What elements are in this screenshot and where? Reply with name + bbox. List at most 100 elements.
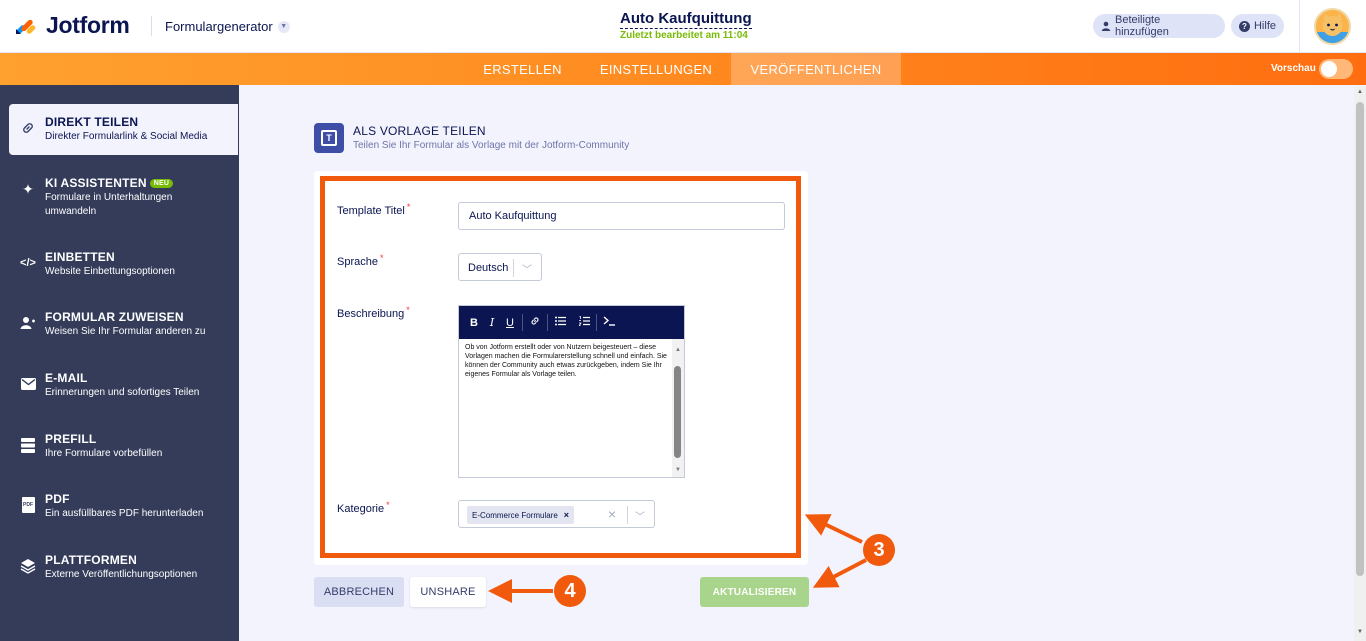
required-mark: * xyxy=(406,305,410,315)
help-icon: ? xyxy=(1239,20,1250,32)
help-label: Hilfe xyxy=(1253,20,1276,32)
tab-veroeffentlichen[interactable]: VERÖFFENTLICHEN xyxy=(731,53,901,85)
template-title-input[interactable]: Auto Kaufquittung xyxy=(458,202,785,230)
sidebar-item-title: KI ASSISTENTEN NEU xyxy=(45,176,174,190)
language-label: Sprache * xyxy=(337,253,384,268)
required-mark: * xyxy=(406,202,411,212)
chevron-down-icon[interactable]: ﹀ xyxy=(635,508,645,523)
sidebar-item-desc: Weisen Sie Ihr Formular anderen zu xyxy=(45,326,206,337)
header-divider xyxy=(151,16,152,36)
description-editor[interactable]: B I U Ob von Jotform erstellt oder von N… xyxy=(458,305,685,478)
sparkle-icon: ✦ xyxy=(22,180,34,197)
scroll-down-icon[interactable]: ▼ xyxy=(1357,629,1363,635)
code-icon: </> xyxy=(20,257,36,269)
chevron-down-icon: ﹀ xyxy=(522,265,532,276)
select-divider xyxy=(513,259,514,277)
template-title-label: Template Titel * xyxy=(337,202,411,217)
remove-chip-icon[interactable]: × xyxy=(564,510,569,520)
sidebar-item-title: PREFILL xyxy=(45,432,97,446)
sidebar-item-pdf[interactable]: PDF PDF Ein ausfüllbares PDF herunterlad… xyxy=(9,481,238,532)
required-mark: * xyxy=(379,253,384,263)
publish-sidebar: DIREKT TEILEN Direkter Formularlink & So… xyxy=(0,85,239,641)
section-title: ALS VORLAGE TEILEN xyxy=(353,124,486,138)
underline-button[interactable]: U xyxy=(501,317,519,329)
sidebar-item-plattformen[interactable]: PLATTFORMEN Externe Veröffentlichungsopt… xyxy=(9,542,238,593)
link-icon xyxy=(19,119,37,137)
arrow-3-to-update xyxy=(812,558,867,588)
assign-user-icon xyxy=(19,314,37,332)
sidebar-item-formular-zuweisen[interactable]: FORMULAR ZUWEISEN Weisen Sie Ihr Formula… xyxy=(9,299,238,350)
section-description: Teilen Sie Ihr Formular als Vorlage mit … xyxy=(353,140,630,151)
annotation-badge-3: 3 xyxy=(863,534,895,566)
envelope-icon xyxy=(19,375,37,393)
required-mark: * xyxy=(386,500,390,510)
description-label: Beschreibung * xyxy=(337,305,410,320)
sidebar-item-desc: Website Einbettungsoptionen xyxy=(45,266,175,277)
category-select[interactable]: E-Commerce Formulare × × ﹀ xyxy=(458,500,655,528)
jotform-logo[interactable]: Jotform xyxy=(14,12,130,39)
layers-icon xyxy=(19,557,37,575)
cat-avatar-icon xyxy=(1316,13,1349,43)
preview-label: Vorschau xyxy=(1271,63,1316,74)
annotation-badge-4: 4 xyxy=(554,575,586,607)
sidebar-item-title: DIREKT TEILEN xyxy=(45,115,139,129)
page-scrollbar-thumb[interactable] xyxy=(1356,102,1364,576)
tab-einstellungen[interactable]: EINSTELLUNGEN xyxy=(583,53,729,85)
jotform-logo-icon xyxy=(16,19,36,34)
sidebar-item-einbetten[interactable]: </> EINBETTEN Website Einbettungsoptione… xyxy=(9,239,238,290)
page-scrollbar[interactable]: ▲ ▼ xyxy=(1354,86,1366,641)
unshare-button[interactable]: UNSHARE xyxy=(410,577,486,607)
sidebar-item-title: E-MAIL xyxy=(45,371,88,385)
preview-toggle[interactable] xyxy=(1319,59,1353,79)
add-collaborators-button[interactable]: Beteiligte hinzufügen xyxy=(1093,14,1225,38)
cancel-button[interactable]: ABBRECHEN xyxy=(314,577,404,607)
arrow-3-to-form xyxy=(804,514,863,544)
user-icon xyxy=(1101,21,1111,31)
toolbar-divider xyxy=(547,314,548,331)
sidebar-item-email[interactable]: E-MAIL Erinnerungen und sofortiges Teile… xyxy=(9,360,238,411)
last-edited-status: Zuletzt bearbeitet am 11:04 xyxy=(620,30,748,41)
sidebar-item-desc: Externe Veröffentlichungsoptionen xyxy=(45,569,198,580)
description-text: Ob von Jotform erstellt oder von Nutzern… xyxy=(465,344,667,378)
sidebar-item-desc: Formulare in Unterhaltungen umwandeln xyxy=(45,192,173,217)
editor-toolbar: B I U xyxy=(459,306,684,339)
category-chip: E-Commerce Formulare × xyxy=(467,506,575,524)
category-label: Kategorie * xyxy=(337,500,390,515)
language-select[interactable]: Deutsch ﹀ xyxy=(458,253,542,281)
tab-erstellen[interactable]: ERSTELLEN xyxy=(466,53,579,85)
toolbar-divider xyxy=(596,314,597,331)
update-button[interactable]: AKTUALISIEREN xyxy=(700,577,809,607)
top-header: Jotform Formulargenerator ▼ Auto Kaufqui… xyxy=(0,0,1366,53)
toolbar-divider xyxy=(522,314,523,331)
clear-icon[interactable]: × xyxy=(608,506,616,522)
form-title[interactable]: Auto Kaufquittung xyxy=(620,10,752,29)
scroll-up-icon[interactable]: ▲ xyxy=(675,347,681,353)
select-divider xyxy=(627,506,628,524)
logo-text: Jotform xyxy=(46,12,130,38)
avatar[interactable] xyxy=(1314,8,1351,45)
italic-button[interactable]: I xyxy=(483,316,501,329)
editor-scrollbar-thumb[interactable] xyxy=(674,366,681,458)
new-badge: NEU xyxy=(149,179,174,188)
sidebar-item-title: PDF xyxy=(45,492,70,506)
sidebar-item-ki-assistenten[interactable]: ✦ KI ASSISTENTEN NEU Formulare in Unterha… xyxy=(9,165,238,225)
link-icon[interactable] xyxy=(526,316,544,329)
code-block-icon[interactable] xyxy=(600,316,618,329)
pdf-icon: PDF xyxy=(19,496,37,514)
toggle-knob xyxy=(1321,61,1337,77)
numbered-list-icon[interactable] xyxy=(575,316,593,329)
sidebar-item-desc: Ein ausfüllbares PDF herunterladen xyxy=(45,508,204,519)
sidebar-item-prefill[interactable]: PREFILL Ihre Formulare vorbefüllen xyxy=(9,421,238,472)
add-collaborators-label: Beteiligte hinzufügen xyxy=(1114,14,1169,38)
sidebar-item-title: EINBETTEN xyxy=(45,250,115,264)
product-switcher[interactable]: Formulargenerator ▼ xyxy=(165,19,290,34)
category-chip-label: E-Commerce Formulare xyxy=(472,510,558,520)
product-label: Formulargenerator xyxy=(165,19,273,34)
bullet-list-icon[interactable] xyxy=(551,316,569,329)
scroll-up-icon[interactable]: ▲ xyxy=(1357,89,1363,95)
scroll-down-icon[interactable]: ▼ xyxy=(675,467,681,473)
help-button[interactable]: ? Hilfe xyxy=(1231,14,1284,38)
bold-button[interactable]: B xyxy=(465,317,483,329)
language-value: Deutsch xyxy=(468,262,509,274)
sidebar-item-direkt-teilen[interactable]: DIREKT TEILEN Direkter Formularlink & So… xyxy=(9,104,238,155)
